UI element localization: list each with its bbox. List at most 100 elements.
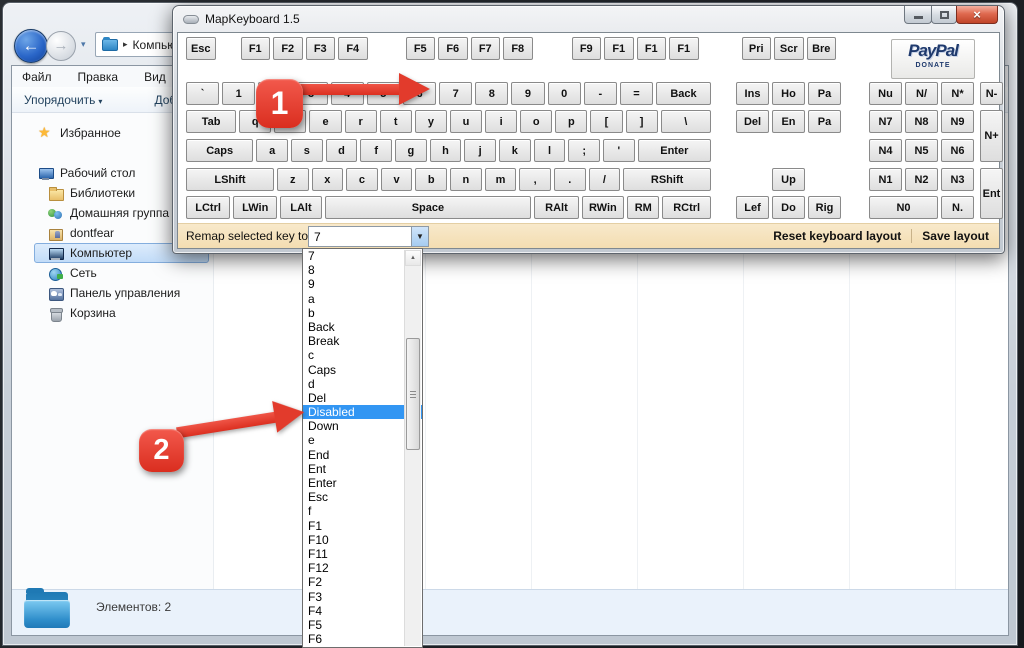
key-f1[interactable]: F1 <box>669 37 699 60</box>
key-scr[interactable]: Scr <box>774 37 804 60</box>
organize-button[interactable]: Упорядочить▾ <box>24 93 102 107</box>
key-f6[interactable]: F6 <box>438 37 468 60</box>
key-rwin[interactable]: RWin <box>582 196 625 219</box>
key-p[interactable]: p <box>555 110 587 133</box>
key-pri[interactable]: Pri <box>742 37 772 60</box>
key-rig[interactable]: Rig <box>808 196 841 219</box>
key-m[interactable]: m <box>485 168 517 191</box>
key-ent[interactable]: Ent <box>980 168 1003 219</box>
paypal-donate-button[interactable]: PayPal DONATE <box>891 39 975 79</box>
key-f2[interactable]: F2 <box>273 37 303 60</box>
key-f4[interactable]: F4 <box>338 37 368 60</box>
save-layout-button[interactable]: Save layout <box>922 229 989 243</box>
key-ralt[interactable]: RAlt <box>534 196 578 219</box>
key-0[interactable]: 0 <box>548 82 581 105</box>
key-n9[interactable]: N9 <box>941 110 974 133</box>
key-f5[interactable]: F5 <box>406 37 436 60</box>
key-c[interactable]: c <box>346 168 378 191</box>
key-rctrl[interactable]: RCtrl <box>662 196 711 219</box>
key-[interactable]: ` <box>186 82 219 105</box>
key-lef[interactable]: Lef <box>736 196 769 219</box>
key-[interactable]: / <box>589 168 621 191</box>
key-y[interactable]: y <box>415 110 447 133</box>
key-s[interactable]: s <box>291 139 323 162</box>
key-[interactable]: = <box>620 82 653 105</box>
key-pa[interactable]: Pa <box>808 82 841 105</box>
key-lwin[interactable]: LWin <box>233 196 277 219</box>
key-n1[interactable]: N1 <box>869 168 902 191</box>
key-rshift[interactable]: RShift <box>623 168 711 191</box>
menu-item-file[interactable]: Файл <box>22 70 52 84</box>
key-f9[interactable]: F9 <box>572 37 602 60</box>
key-n[interactable]: N* <box>941 82 974 105</box>
key-[interactable]: ] <box>626 110 658 133</box>
sidebar-item-control-panel[interactable]: Панель управления <box>12 283 213 303</box>
key-f7[interactable]: F7 <box>471 37 501 60</box>
key-esc[interactable]: Esc <box>186 37 216 60</box>
key-do[interactable]: Do <box>772 196 805 219</box>
key-[interactable]: ' <box>603 139 635 162</box>
key-j[interactable]: j <box>464 139 496 162</box>
key-a[interactable]: a <box>256 139 288 162</box>
key-n8[interactable]: N8 <box>905 110 938 133</box>
key-lctrl[interactable]: LCtrl <box>186 196 230 219</box>
key-[interactable]: \ <box>661 110 711 133</box>
key-ins[interactable]: Ins <box>736 82 769 105</box>
key-n[interactable]: N. <box>941 196 974 219</box>
sidebar-item-network[interactable]: Сеть <box>12 263 213 283</box>
key-tab[interactable]: Tab <box>186 110 236 133</box>
key-x[interactable]: x <box>312 168 344 191</box>
key-[interactable]: [ <box>590 110 622 133</box>
key-f1[interactable]: F1 <box>637 37 667 60</box>
key-ho[interactable]: Ho <box>772 82 805 105</box>
key-f3[interactable]: F3 <box>306 37 336 60</box>
key-g[interactable]: g <box>395 139 427 162</box>
key-l[interactable]: l <box>534 139 566 162</box>
key-u[interactable]: u <box>450 110 482 133</box>
key-n0[interactable]: N0 <box>869 196 938 219</box>
forward-button[interactable]: → <box>46 31 76 61</box>
key-n[interactable]: N+ <box>980 110 1003 162</box>
key-del[interactable]: Del <box>736 110 769 133</box>
scroll-up-icon[interactable]: ▲ <box>405 250 421 266</box>
key-i[interactable]: i <box>485 110 517 133</box>
key-n2[interactable]: N2 <box>905 168 938 191</box>
key-rm[interactable]: RM <box>627 196 659 219</box>
minimize-button[interactable] <box>904 6 932 24</box>
combo-dropdown-button[interactable]: ▼ <box>411 227 428 246</box>
key-n[interactable]: N- <box>980 82 1003 105</box>
key-[interactable]: ; <box>568 139 600 162</box>
key-k[interactable]: k <box>499 139 531 162</box>
key-t[interactable]: t <box>380 110 412 133</box>
history-chevron-icon[interactable]: ▾ <box>81 39 86 50</box>
back-button[interactable]: ← <box>14 29 48 63</box>
key-7[interactable]: 7 <box>439 82 472 105</box>
dropdown-scrollbar[interactable]: ▲ <box>404 250 421 646</box>
key-lshift[interactable]: LShift <box>186 168 274 191</box>
remap-key-select[interactable]: 7 ▼ <box>308 226 429 247</box>
key-bre[interactable]: Bre <box>807 37 837 60</box>
key-up[interactable]: Up <box>772 168 805 191</box>
key-h[interactable]: h <box>430 139 462 162</box>
key-1[interactable]: 1 <box>222 82 255 105</box>
key-nu[interactable]: Nu <box>869 82 902 105</box>
key-z[interactable]: z <box>277 168 309 191</box>
key-n[interactable]: n <box>450 168 482 191</box>
key-n6[interactable]: N6 <box>941 139 974 162</box>
key-n7[interactable]: N7 <box>869 110 902 133</box>
key-f1[interactable]: F1 <box>604 37 634 60</box>
key-n[interactable]: N/ <box>905 82 938 105</box>
key-b[interactable]: b <box>415 168 447 191</box>
reset-layout-button[interactable]: Reset keyboard layout <box>773 229 901 243</box>
key-back[interactable]: Back <box>656 82 711 105</box>
menu-item-edit[interactable]: Правка <box>78 70 119 84</box>
key-en[interactable]: En <box>772 110 805 133</box>
scrollbar-thumb[interactable] <box>406 338 420 450</box>
key-space[interactable]: Space <box>325 196 532 219</box>
key-lalt[interactable]: LAlt <box>280 196 321 219</box>
key-[interactable]: , <box>519 168 551 191</box>
key-8[interactable]: 8 <box>475 82 508 105</box>
key-o[interactable]: o <box>520 110 552 133</box>
key-enter[interactable]: Enter <box>638 139 711 162</box>
key-r[interactable]: r <box>345 110 377 133</box>
